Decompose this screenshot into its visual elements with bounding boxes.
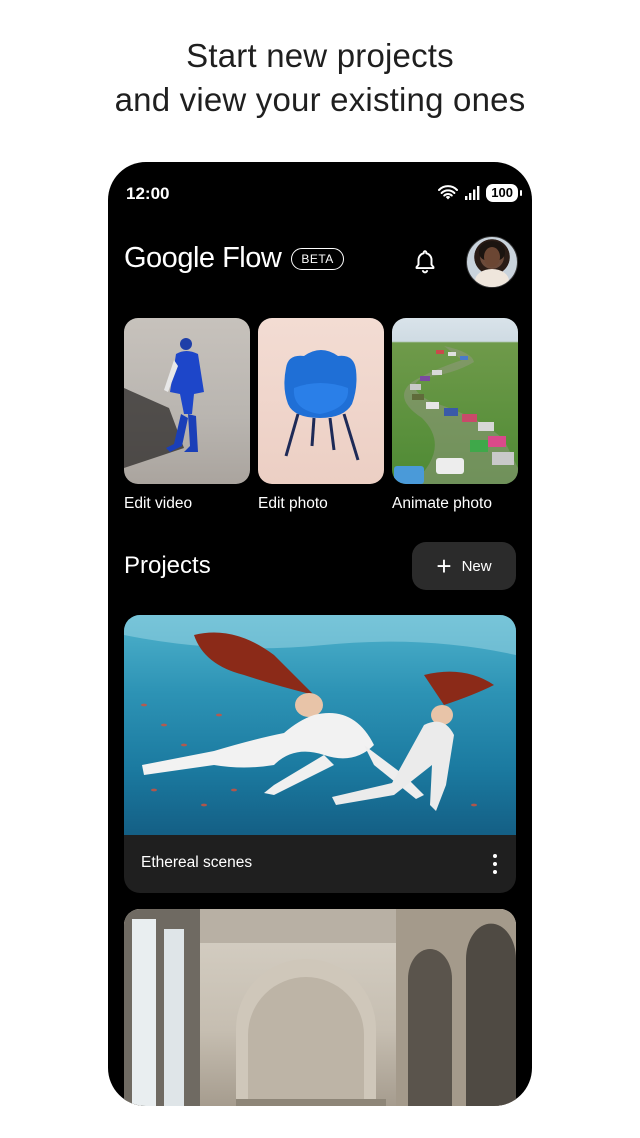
headline-line-2: and view your existing ones [114,81,526,118]
signal-icon [465,186,480,200]
project-thumbnail [124,615,516,835]
projects-header: Projects + New [124,540,516,592]
new-project-button[interactable]: + New [412,542,516,590]
avatar-face [484,247,500,267]
profile-avatar[interactable] [466,236,518,288]
animate-photo-label: Animate photo [392,495,492,512]
headline-line-1: Start new projects [186,37,454,74]
bell-icon[interactable] [412,248,438,274]
status-time: 12:00 [126,184,170,203]
battery-icon: 100 [486,184,522,202]
status-icons: 100 [438,184,522,202]
wifi-icon [438,185,459,200]
animate-photo-thumbnail [392,318,518,484]
quick-actions: Edit video Edit photo Animate photo [124,318,518,513]
quick-action-edit-video[interactable]: Edit video [124,318,250,513]
promo-headline: Start new projects and view your existin… [0,34,640,122]
app-header: Google Flow BETA [124,242,344,275]
avatar-shirt [475,269,509,287]
edit-video-thumbnail [124,318,250,484]
new-project-label: New [461,557,492,575]
phone-screen: 12:00 100 Google Flow BETA Edit video Ed… [108,162,532,1106]
project-thumbnail [124,909,516,1106]
beta-badge: BETA [291,247,344,270]
status-bar: 12:00 100 [108,162,532,226]
edit-photo-thumbnail [258,318,384,484]
project-card[interactable] [124,909,516,1106]
plus-icon: + [436,551,452,581]
project-card[interactable]: Ethereal scenes [124,615,516,893]
quick-action-animate-photo[interactable]: Animate photo [392,318,518,513]
app-title: Google Flow [124,242,282,274]
more-vert-icon[interactable] [492,853,498,875]
edit-video-label: Edit video [124,495,193,512]
project-card-footer: Ethereal scenes [124,835,516,893]
projects-title: Projects [124,552,211,579]
project-title: Ethereal scenes [141,854,253,871]
quick-action-edit-photo[interactable]: Edit photo [258,318,384,513]
edit-photo-label: Edit photo [258,495,328,512]
